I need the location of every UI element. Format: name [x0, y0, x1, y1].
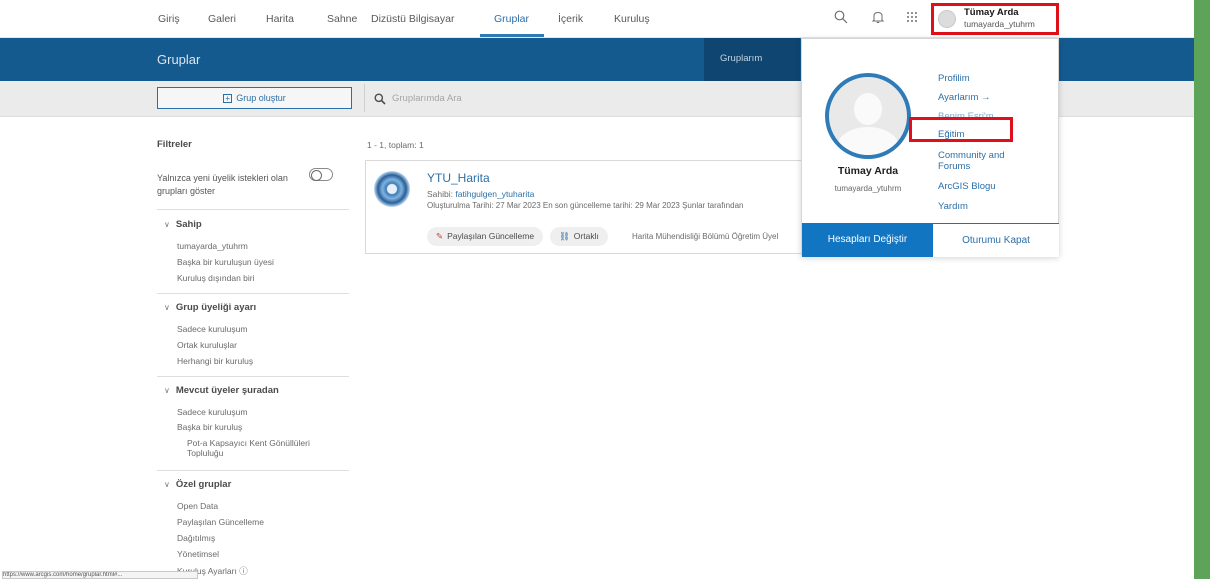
search-icon[interactable]	[833, 10, 849, 26]
badge-label: Ortaklı	[573, 231, 599, 241]
owner-link[interactable]: fatihgulgen_ytuharita	[455, 189, 534, 199]
divider	[364, 84, 365, 112]
search-icon	[374, 92, 386, 105]
avatar-body	[837, 127, 899, 155]
divider	[157, 470, 349, 471]
sign-out-button[interactable]: Oturumu Kapat	[933, 223, 1059, 257]
filter-heading-owner[interactable]: ∨ Sahip	[164, 219, 202, 230]
nav-organization[interactable]: Kuruluş	[614, 13, 650, 25]
nav-home[interactable]: Giriş	[158, 13, 180, 25]
training-link[interactable]: Eğitim	[938, 129, 964, 140]
chevron-down-icon: ∨	[164, 480, 170, 489]
link-icon: ⛓	[559, 231, 570, 241]
top-navigation: Giriş Galeri Harita Sahne Dizüstü Bilgis…	[0, 0, 1194, 38]
filter-item[interactable]: Sadece kuruluşum	[177, 407, 247, 417]
filter-item[interactable]: tumayarda_ytuhrm	[177, 241, 248, 251]
dropdown-username: tumayarda_ytuhrm	[834, 184, 902, 193]
filter-item[interactable]: Kuruluş dışından biri	[177, 273, 255, 283]
search-input[interactable]: Gruplarımda Ara	[392, 93, 462, 104]
dropdown-user-name: Tümay Arda	[837, 165, 899, 177]
chevron-down-icon: ∨	[164, 303, 170, 312]
settings-link[interactable]: Ayarlarım →	[938, 92, 991, 103]
chevron-down-icon: ∨	[164, 386, 170, 395]
create-group-label: Grup oluştur	[236, 93, 286, 103]
filter-item[interactable]: Başka bir kuruluşun üyesi	[177, 257, 274, 267]
filter-item[interactable]: Pot-a Kapsayıcı Kent Gönüllüleri Toplulu…	[187, 438, 347, 458]
group-dates: Oluşturulma Tarihi: 27 Mar 2023 En son g…	[427, 201, 744, 210]
filter-item[interactable]: Herhangi bir kuruluş	[177, 356, 253, 366]
plus-icon: +	[223, 94, 233, 103]
partnered-badge: ⛓ Ortaklı	[550, 227, 608, 246]
app-launcher-icon[interactable]	[904, 10, 920, 26]
divider	[157, 293, 349, 294]
avatar	[938, 10, 956, 28]
switch-accounts-button[interactable]: Hesapları Değiştir	[802, 223, 933, 257]
nav-gallery[interactable]: Galeri	[208, 13, 236, 25]
nav-groups[interactable]: Gruplar	[494, 13, 529, 25]
filter-heading-special-groups[interactable]: ∨ Özel gruplar	[164, 479, 231, 490]
create-group-button[interactable]: + Grup oluştur	[157, 87, 352, 109]
avatar	[825, 73, 911, 159]
filter-heading-existing-members[interactable]: ∨ Mevcut üyeler şuradan	[164, 385, 279, 396]
nav-content[interactable]: İçerik	[558, 13, 583, 25]
pencil-icon: ✎	[436, 231, 444, 241]
filter-item[interactable]: Dağıtılmış	[177, 533, 215, 543]
tab-my-groups[interactable]: Gruplarım	[704, 38, 800, 81]
avatar-head	[854, 93, 882, 125]
filters-title: Filtreler	[157, 139, 192, 150]
owner-label: Sahibi:	[427, 189, 453, 199]
blog-link[interactable]: ArcGIS Blogu	[938, 181, 996, 192]
badge-label: Paylaşılan Güncelleme	[447, 231, 535, 241]
filter-item[interactable]: Yönetimsel	[177, 549, 219, 559]
filter-item[interactable]: Sadece kuruluşum	[177, 324, 247, 334]
tab-my-groups-label: Gruplarım	[720, 53, 763, 64]
filter-item[interactable]: Başka bir kuruluş	[177, 422, 242, 432]
user-dropdown: Tümay Arda tumayarda_ytuhrm Profilim Aya…	[801, 38, 1059, 257]
active-tab-indicator	[480, 34, 544, 37]
divider	[157, 376, 349, 377]
group-summary: Harita Mühendisliği Bölümü Öğretim Üyel	[632, 232, 779, 241]
community-link[interactable]: Community and Forums	[938, 150, 1038, 172]
user-username: tumayarda_ytuhrm	[964, 19, 1035, 29]
nav-map[interactable]: Harita	[266, 13, 294, 25]
window-edge	[1194, 0, 1210, 579]
group-title[interactable]: YTU_Harita	[427, 171, 490, 185]
nav-scene[interactable]: Sahne	[327, 13, 357, 25]
toggle-label: Yalnızca yeni üyelik istekleri olan grup…	[157, 173, 288, 196]
chevron-down-icon: ∨	[164, 220, 170, 229]
filter-heading-label: Mevcut üyeler şuradan	[175, 385, 279, 396]
group-card: YTU_Harita Sahibi: fatihgulgen_ytuharita…	[365, 160, 805, 254]
divider	[157, 209, 349, 210]
filter-heading-label: Sahip	[175, 219, 202, 230]
nav-notebook[interactable]: Dizüstü Bilgisayar	[371, 13, 454, 25]
help-link[interactable]: Yardım	[938, 201, 968, 212]
user-name: Tümay Arda	[964, 7, 1019, 18]
group-thumbnail[interactable]	[374, 171, 410, 207]
filter-item[interactable]: Ortak kuruluşlar	[177, 340, 237, 350]
filter-item[interactable]: Paylaşılan Güncelleme	[177, 517, 264, 527]
status-url: https://www.arcgis.com/home/gruplar.html…	[2, 571, 198, 579]
user-menu-button[interactable]: Tümay Arda tumayarda_ytuhrm	[931, 3, 1059, 35]
filter-heading-membership[interactable]: ∨ Grup üyeliği ayarı	[164, 302, 256, 313]
profile-link[interactable]: Profilim	[938, 73, 970, 84]
filter-item[interactable]: Open Data	[177, 501, 218, 511]
filter-heading-label: Grup üyeliği ayarı	[175, 302, 257, 313]
result-count: 1 - 1, toplam: 1	[367, 140, 424, 150]
bell-icon[interactable]	[870, 10, 886, 26]
new-requests-toggle[interactable]	[309, 168, 333, 181]
group-owner: Sahibi: fatihgulgen_ytuharita	[427, 189, 534, 199]
filter-heading-label: Özel gruplar	[175, 479, 232, 490]
shared-update-badge: ✎ Paylaşılan Güncelleme	[427, 227, 544, 246]
page-title: Gruplar	[157, 52, 201, 67]
